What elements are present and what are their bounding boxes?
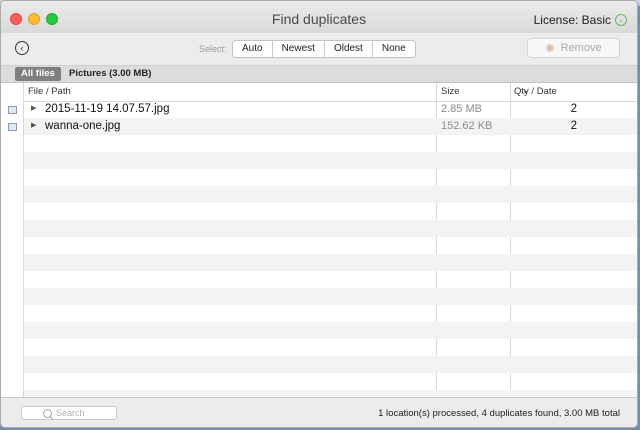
image-file-icon <box>8 106 17 114</box>
search-field[interactable]: Search <box>21 406 117 420</box>
empty-row <box>24 373 637 390</box>
search-placeholder: Search <box>56 408 85 418</box>
table-header: File / Path Size ⌄ Qty / Date <box>24 83 637 102</box>
category-tab-bar: All files Pictures (3.00 MB) <box>1 65 637 83</box>
status-text: 1 location(s) processed, 4 duplicates fo… <box>378 408 620 419</box>
disclosure-triangle-icon[interactable]: ▶ <box>31 104 36 112</box>
find-duplicates-window: Find duplicates License: Basic ⌄ ‹ Selec… <box>0 0 638 428</box>
arrow-left-icon: ‹ <box>20 42 24 53</box>
row-icon-gutter <box>1 83 24 397</box>
select-label: Select: <box>199 44 227 54</box>
status-bar: Search 1 location(s) processed, 4 duplic… <box>1 397 637 427</box>
remove-button[interactable]: ❋ Remove <box>527 38 620 58</box>
empty-row <box>24 288 637 305</box>
select-segmented-control: Auto Newest Oldest None <box>232 40 416 58</box>
empty-row <box>24 220 637 237</box>
empty-row <box>24 339 637 356</box>
broom-icon: ❋ <box>545 42 555 55</box>
select-auto-button[interactable]: Auto <box>233 41 273 57</box>
empty-row <box>24 356 637 373</box>
select-none-button[interactable]: None <box>373 41 415 57</box>
back-button[interactable]: ‹ <box>15 41 29 55</box>
column-header-size[interactable]: Size <box>441 86 459 97</box>
file-qty: 2 <box>570 120 577 132</box>
file-size: 2.85 MB <box>441 103 482 115</box>
chevron-down-circle-icon[interactable]: ⌄ <box>615 14 627 26</box>
table-row[interactable]: ▶ wanna-one.jpg 152.62 KB 2 <box>24 118 637 135</box>
title-bar: Find duplicates License: Basic ⌄ <box>1 1 637 33</box>
empty-row <box>24 390 637 397</box>
license-label: License: Basic <box>533 13 611 27</box>
tab-pictures[interactable]: Pictures (3.00 MB) <box>69 67 151 81</box>
column-header-file-path[interactable]: File / Path <box>28 86 71 97</box>
empty-row <box>24 203 637 220</box>
disclosure-triangle-icon[interactable]: ▶ <box>31 121 36 129</box>
file-size: 152.62 KB <box>441 120 493 132</box>
empty-row <box>24 135 637 152</box>
table-row[interactable]: ▶ 2015-11-19 14.07.57.jpg 2.85 MB 2 <box>24 101 637 118</box>
file-name: wanna-one.jpg <box>45 120 121 132</box>
image-file-icon <box>8 123 17 131</box>
empty-row <box>24 152 637 169</box>
license-status[interactable]: License: Basic ⌄ <box>534 13 627 27</box>
search-icon <box>43 409 52 418</box>
table-body: ▶ 2015-11-19 14.07.57.jpg 2.85 MB 2 ▶ wa… <box>24 101 637 397</box>
empty-row <box>24 271 637 288</box>
file-name: 2015-11-19 14.07.57.jpg <box>45 103 170 115</box>
select-newest-button[interactable]: Newest <box>273 41 325 57</box>
empty-row <box>24 237 637 254</box>
toolbar: ‹ Select: Auto Newest Oldest None ❋ Remo… <box>1 33 637 63</box>
remove-label: Remove <box>560 42 602 54</box>
empty-row <box>24 322 637 339</box>
file-qty: 2 <box>570 103 577 115</box>
select-oldest-button[interactable]: Oldest <box>325 41 373 57</box>
empty-row <box>24 254 637 271</box>
tab-all-files[interactable]: All files <box>15 67 61 81</box>
duplicates-table: File / Path Size ⌄ Qty / Date ▶ 2015-11-… <box>1 83 637 397</box>
empty-row <box>24 169 637 186</box>
empty-row <box>24 305 637 322</box>
column-header-qty-date[interactable]: Qty / Date <box>514 86 557 97</box>
empty-row <box>24 186 637 203</box>
